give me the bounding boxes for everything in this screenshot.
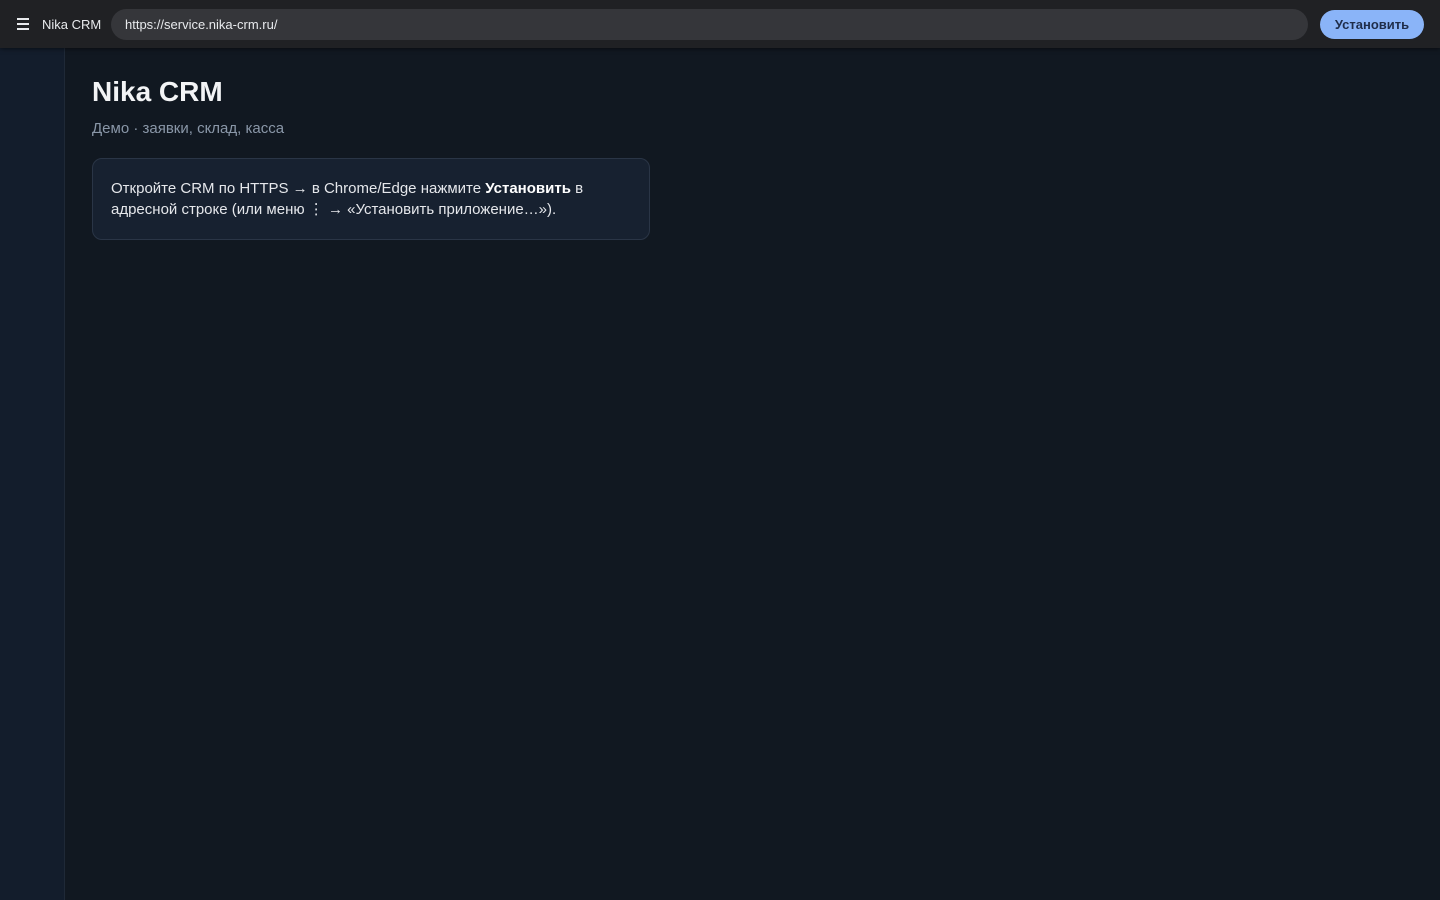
card-text-bold: Установить xyxy=(485,180,571,197)
url-input[interactable] xyxy=(111,9,1308,40)
install-instructions-card: Откройте CRM по HTTPS → в Chrome/Edge на… xyxy=(92,158,650,240)
page-title: Nika CRM xyxy=(92,76,223,107)
install-button[interactable]: Установить xyxy=(1320,10,1424,39)
menu-line xyxy=(17,23,29,25)
menu-line xyxy=(17,18,29,20)
main-content: Nika CRM Демо · заявки, склад, касса Отк… xyxy=(65,48,1440,900)
browser-app-bar: Nika CRM Установить xyxy=(0,0,1440,48)
card-text-before: Откройте CRM по HTTPS → в Chrome/Edge на… xyxy=(111,180,486,197)
page-subtitle: Демо · заявки, склад, касса xyxy=(92,120,285,137)
sidebar xyxy=(0,48,65,900)
app-title: Nika CRM xyxy=(42,17,102,32)
hamburger-menu-icon[interactable] xyxy=(14,14,32,34)
menu-line xyxy=(17,28,29,30)
